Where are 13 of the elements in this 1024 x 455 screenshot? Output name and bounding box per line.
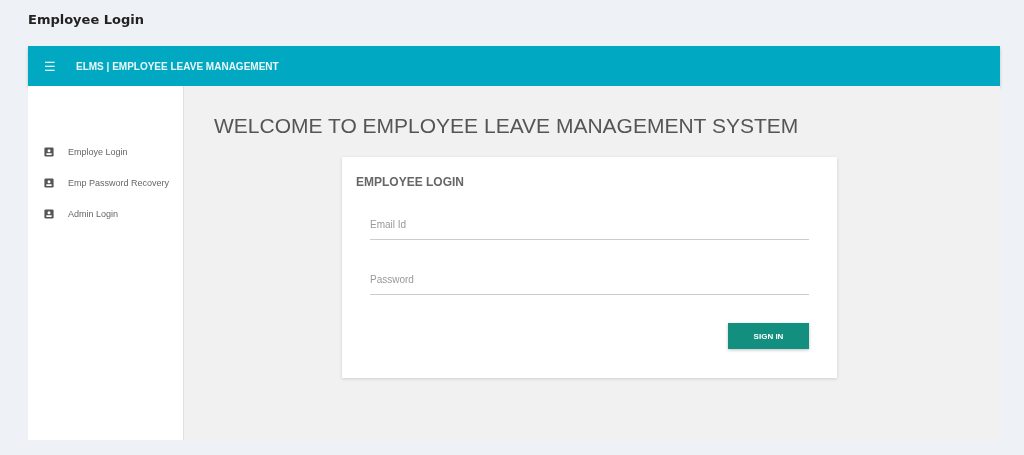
contact-card-icon bbox=[44, 208, 54, 219]
page-title: Employee Login bbox=[28, 12, 145, 29]
app-title: ELMS | EMPLOYEE LEAVE MANAGEMENT bbox=[76, 60, 279, 72]
input-field[interactable]: Password bbox=[370, 264, 809, 295]
sidebar-item[interactable]: Emp Password Recovery bbox=[28, 167, 183, 198]
contact-card-icon bbox=[44, 177, 54, 188]
contact-card-icon bbox=[44, 146, 54, 157]
input-field[interactable]: Email Id bbox=[370, 209, 809, 240]
sidebar-item[interactable]: Employe Login bbox=[28, 136, 183, 167]
welcome-heading: WELCOME TO EMPLOYEE LEAVE MANAGEMENT SYSTEM bbox=[214, 114, 800, 139]
card-title: EMPLOYEE LOGIN bbox=[356, 175, 465, 189]
sign-in-button[interactable]: SIGN IN bbox=[728, 323, 809, 349]
sidebar-item[interactable]: Admin Login bbox=[28, 198, 183, 229]
